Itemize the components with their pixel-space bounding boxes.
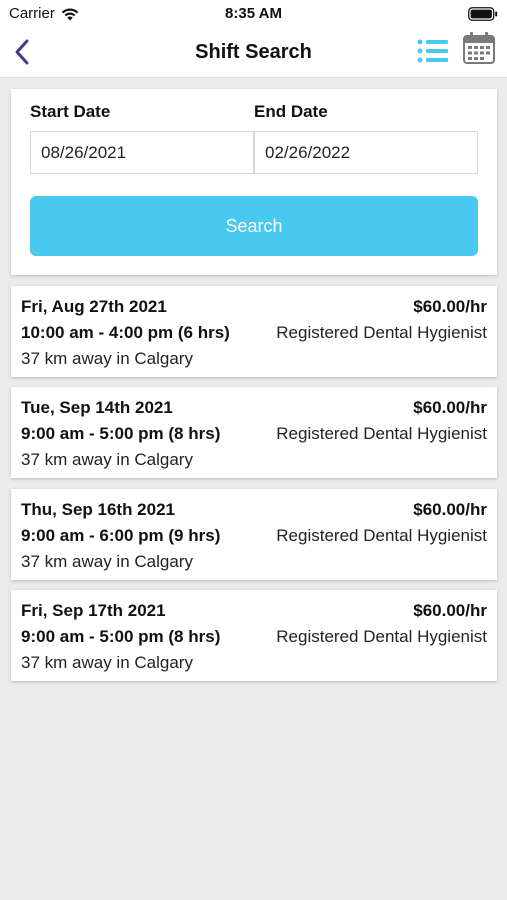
shift-role: Registered Dental Hygienist [276, 424, 487, 443]
shift-rate: $60.00/hr [413, 398, 487, 417]
shift-role: Registered Dental Hygienist [276, 627, 487, 646]
shift-role: Registered Dental Hygienist [276, 323, 487, 342]
start-date-field[interactable]: 08/26/2021 [30, 131, 254, 174]
status-time: 8:35 AM [225, 5, 282, 22]
shift-date: Fri, Sep 17th 2021 [21, 601, 166, 620]
shift-location: 37 km away in Calgary [21, 450, 193, 469]
shift-card[interactable]: Tue, Sep 14th 2021 $60.00/hr 9:00 am - 5… [11, 387, 497, 478]
shift-rate: $60.00/hr [413, 601, 487, 620]
shift-card[interactable]: Thu, Sep 16th 2021 $60.00/hr 9:00 am - 6… [11, 489, 497, 580]
shift-card[interactable]: Fri, Sep 17th 2021 $60.00/hr 9:00 am - 5… [11, 590, 497, 681]
end-date-field[interactable]: 02/26/2022 [254, 131, 478, 174]
shift-time: 9:00 am - 6:00 pm (9 hrs) [21, 526, 221, 545]
shift-rate: $60.00/hr [413, 297, 487, 316]
status-bar: Carrier 8:35 AM [0, 0, 507, 28]
end-date-label: End Date [254, 102, 328, 121]
battery-icon [468, 7, 498, 21]
shift-role: Registered Dental Hygienist [276, 526, 487, 545]
list-view-button[interactable] [416, 37, 450, 65]
calendar-icon [463, 32, 495, 64]
shift-date: Tue, Sep 14th 2021 [21, 398, 173, 417]
shift-time: 10:00 am - 4:00 pm (6 hrs) [21, 323, 230, 342]
start-date-label: Start Date [30, 102, 111, 121]
shift-rate: $60.00/hr [413, 500, 487, 519]
search-form: Start Date End Date 08/26/2021 02/26/202… [11, 89, 497, 275]
list-icon [417, 39, 448, 63]
calendar-view-button[interactable] [462, 31, 496, 65]
shift-location: 37 km away in Calgary [21, 653, 193, 672]
nav-bar: Shift Search [0, 28, 507, 78]
shift-card[interactable]: Fri, Aug 27th 2021 $60.00/hr 10:00 am - … [11, 286, 497, 377]
shift-date: Thu, Sep 16th 2021 [21, 500, 175, 519]
shift-location: 37 km away in Calgary [21, 349, 193, 368]
shift-time: 9:00 am - 5:00 pm (8 hrs) [21, 627, 221, 646]
shift-time: 9:00 am - 5:00 pm (8 hrs) [21, 424, 221, 443]
search-button[interactable]: Search [30, 196, 478, 256]
shift-location: 37 km away in Calgary [21, 552, 193, 571]
shift-date: Fri, Aug 27th 2021 [21, 297, 167, 316]
